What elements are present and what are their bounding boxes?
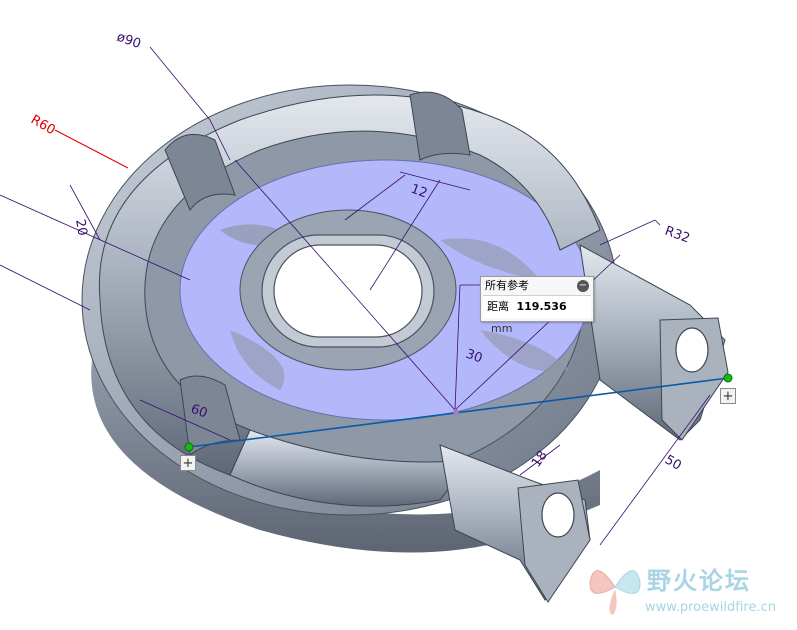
model-canvas[interactable]: ø90 R60 12 R32 30 50 18 20 60 [0, 0, 797, 626]
measure-unit: mm [491, 322, 513, 335]
r60-leader [54, 129, 129, 169]
watermark: 野火论坛 www.proewildfire.cn [585, 555, 797, 626]
model-viewport[interactable]: ø90 R60 12 R32 30 50 18 20 60 所有参考 − 距离 … [0, 0, 797, 626]
measure-point-left[interactable] [184, 442, 194, 452]
butterfly-logo-icon [589, 570, 641, 615]
plus-handle-right[interactable]: + [720, 388, 736, 404]
measure-value: 119.536 [516, 300, 567, 313]
measure-midpoint [453, 409, 459, 415]
plus-handle-left[interactable]: + [180, 455, 196, 471]
watermark-url: www.proewildfire.cn [645, 600, 776, 615]
minus-circle-icon[interactable]: − [577, 280, 589, 292]
measure-label: 距离 [487, 300, 509, 313]
dim-dia90[interactable]: ø90 [115, 30, 143, 52]
right-lug[interactable] [579, 244, 729, 441]
dim-20[interactable]: 20 [72, 218, 90, 237]
dim-r32[interactable]: R32 [663, 224, 692, 247]
watermark-cn: 野火论坛 [647, 567, 751, 595]
measure-panel-title: 所有参考 [485, 279, 529, 292]
measure-distance-row: 距离 119.536 mm [483, 295, 591, 335]
dim-r60[interactable]: R60 [28, 112, 58, 138]
measure-panel[interactable]: 所有参考 − 距离 119.536 mm [480, 276, 594, 335]
measure-point-right[interactable] [723, 373, 733, 383]
center-boss[interactable] [239, 209, 457, 371]
